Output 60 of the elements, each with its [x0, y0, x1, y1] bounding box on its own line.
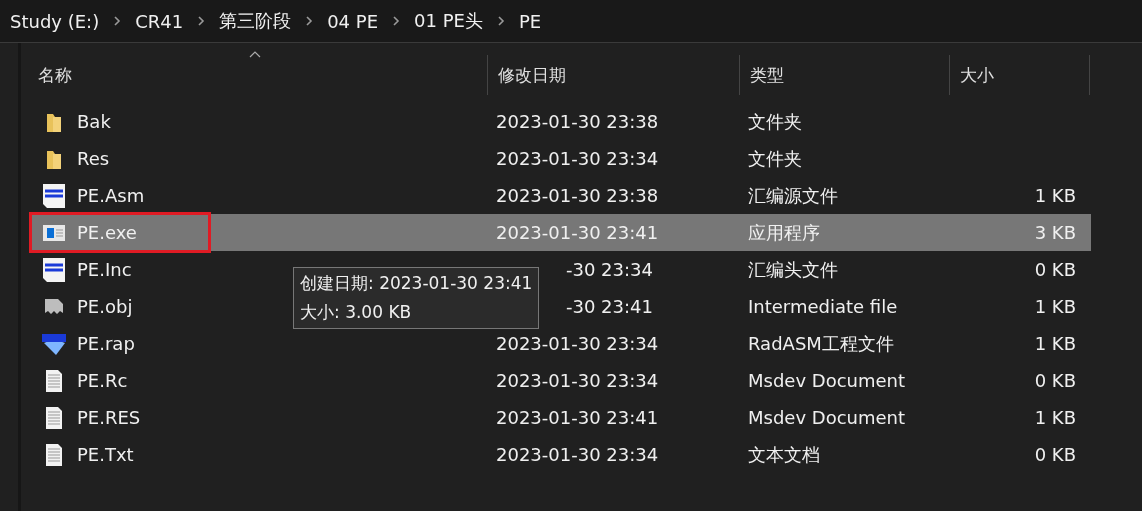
- file-size: 1 KB: [1034, 407, 1076, 428]
- file-type: 文本文档: [748, 443, 820, 465]
- chevron-icon: [496, 15, 505, 27]
- file-type: RadASM工程文件: [748, 332, 894, 354]
- modified-date: 2023-01-30 23:38: [496, 111, 659, 132]
- file-name: PE.RES: [77, 407, 141, 428]
- modified-date: -30 23:41: [566, 296, 653, 317]
- chevron-icon: [113, 15, 122, 27]
- file-size: 0 KB: [1034, 370, 1076, 391]
- breadcrumb-item[interactable]: 01 PE头: [414, 9, 483, 33]
- file-type: 汇编源文件: [748, 184, 838, 206]
- chevron-icon: [392, 15, 401, 27]
- file-size: 1 KB: [1034, 296, 1076, 317]
- modified-date: 2023-01-30 23:41: [496, 407, 659, 428]
- modified-date: 2023-01-30 23:34: [496, 444, 659, 465]
- modified-date: 2023-01-30 23:38: [496, 185, 659, 206]
- breadcrumb-item[interactable]: CR41: [135, 10, 184, 32]
- file-type: Msdev Document: [748, 370, 906, 391]
- document-icon: [41, 256, 67, 283]
- file-name: Res: [77, 148, 110, 169]
- file-name: PE.Txt: [77, 444, 134, 465]
- file-size: 0 KB: [1034, 259, 1076, 280]
- file-type: Intermediate file: [748, 296, 898, 317]
- file-name: PE.Asm: [77, 185, 145, 206]
- modified-date: -30 23:34: [566, 259, 653, 280]
- document-icon: [41, 182, 67, 209]
- file-size: 0 KB: [1034, 444, 1076, 465]
- tooltip-line: 大小: 3.00 KB: [300, 301, 413, 324]
- file-name: PE.obj: [77, 296, 133, 317]
- file-type: Msdev Document: [748, 407, 906, 428]
- modified-date: 2023-01-30 23:34: [496, 370, 659, 391]
- breadcrumb-item[interactable]: PE: [518, 10, 542, 32]
- breadcrumb-item[interactable]: 04 PE: [327, 10, 379, 32]
- window-icon: [41, 222, 67, 243]
- file-size: 1 KB: [1034, 185, 1076, 206]
- file-type: 文件夹: [748, 110, 802, 132]
- file-name: PE.Inc: [77, 259, 132, 280]
- column-header[interactable]: 修改日期: [488, 55, 740, 95]
- column-header[interactable]: 大小: [950, 55, 1090, 95]
- chevron-icon: [305, 15, 314, 27]
- tooltip-line: 创建日期: 2023-01-30 23:41: [300, 272, 533, 295]
- file-name: PE.rap: [77, 333, 135, 354]
- file-size: 1 KB: [1034, 333, 1076, 354]
- column-header[interactable]: 类型: [740, 55, 950, 95]
- file-type: 汇编头文件: [748, 258, 838, 280]
- chevron-icon: [197, 15, 206, 27]
- file-name: PE.Rc: [77, 370, 128, 391]
- file-name: PE.exe: [77, 222, 137, 243]
- sort-caret-icon: [249, 51, 262, 58]
- breadcrumb-item[interactable]: Study (E:): [10, 10, 100, 32]
- modified-date: 2023-01-30 23:41: [496, 222, 659, 243]
- column-header[interactable]: 名称: [21, 55, 488, 95]
- file-name: Bak: [77, 111, 111, 132]
- modified-date: 2023-01-30 23:34: [496, 148, 659, 169]
- file-size: 3 KB: [1034, 222, 1076, 243]
- breadcrumb-item[interactable]: 第三阶段: [219, 9, 292, 33]
- file-type: 文件夹: [748, 147, 802, 169]
- modified-date: 2023-01-30 23:34: [496, 333, 659, 354]
- file-type: 应用程序: [748, 221, 820, 243]
- selected-row[interactable]: PE.exe 2023-01-30 23:41 应用程序 3 KB: [31, 214, 1091, 251]
